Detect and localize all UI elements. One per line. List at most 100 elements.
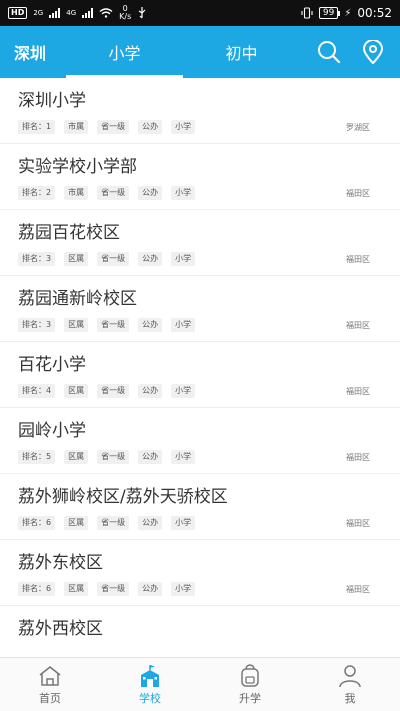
school-name: 百花小学 <box>18 355 86 375</box>
school-list-item[interactable]: 荔园百花校区 排名：3 区属 省一级 公办 小学 福田区 <box>0 210 400 276</box>
school-tag-stage: 小学 <box>171 384 196 398</box>
network-2g-label: 2G <box>33 9 44 17</box>
school-list-item[interactable]: 荔外西校区 <box>0 606 400 657</box>
school-icon <box>137 664 163 688</box>
school-tag-rank: 排名：3 <box>18 318 56 332</box>
school-tag-owner: 区属 <box>64 252 89 266</box>
nav-school-label: 学校 <box>139 691 161 705</box>
city-selector[interactable]: 深圳 <box>0 40 66 64</box>
school-district: 福田区 <box>346 518 370 528</box>
net-speed: 0 K/s <box>119 5 131 21</box>
signal-icon <box>49 8 61 18</box>
user-icon <box>337 664 363 688</box>
school-name: 荔园通新岭校区 <box>18 289 137 309</box>
school-tag-level: 省一级 <box>97 186 130 200</box>
search-button[interactable] <box>316 39 342 65</box>
speed-unit: K/s <box>119 12 132 21</box>
school-name: 深圳小学 <box>18 91 86 111</box>
school-meta: 排名：1 市属 省一级 公办 小学 罗湖区 <box>18 120 382 134</box>
school-meta: 排名：5 区属 省一级 公办 小学 福田区 <box>18 450 382 464</box>
school-tag-rank: 排名：4 <box>18 384 56 398</box>
school-tag-stage: 小学 <box>171 318 196 332</box>
school-name: 荔外狮岭校区/荔外天骄校区 <box>18 487 228 507</box>
school-tag-type: 公办 <box>138 450 163 464</box>
school-tag-stage: 小学 <box>171 252 196 266</box>
school-tag-type: 公办 <box>138 318 163 332</box>
hd-indicator: HD <box>8 7 28 19</box>
school-tag-level: 省一级 <box>97 450 130 464</box>
status-bar: HD 2G 4G 0 K/s 99 ⚡ 00:52 <box>0 0 400 26</box>
school-tag-level: 省一级 <box>97 252 130 266</box>
school-district: 罗湖区 <box>346 122 370 132</box>
wifi-icon <box>99 8 113 18</box>
battery-indicator: 99 <box>318 7 341 19</box>
school-district: 福田区 <box>346 254 370 264</box>
signal-icon-2 <box>82 8 94 18</box>
school-district: 福田区 <box>346 386 370 396</box>
school-name: 荔园百花校区 <box>18 223 120 243</box>
school-district: 福田区 <box>346 188 370 198</box>
school-name: 园岭小学 <box>18 421 86 441</box>
school-tag-level: 省一级 <box>97 516 130 530</box>
school-list-item[interactable]: 深圳小学 排名：1 市属 省一级 公办 小学 罗湖区 <box>0 78 400 144</box>
nav-me[interactable]: 我 <box>300 658 400 711</box>
school-tag-owner: 区属 <box>64 516 89 530</box>
school-name: 实验学校小学部 <box>18 157 137 177</box>
school-tag-type: 公办 <box>138 252 163 266</box>
school-tag-type: 公办 <box>138 120 163 134</box>
school-district: 福田区 <box>346 452 370 462</box>
nav-home-label: 首页 <box>39 691 61 705</box>
school-meta: 排名：4 区属 省一级 公办 小学 福田区 <box>18 384 382 398</box>
school-tag-owner: 区属 <box>64 450 89 464</box>
bottom-nav: 首页 学校 升学 我 <box>0 657 400 711</box>
level-tabs: 小学 初中 <box>66 26 316 78</box>
school-tag-stage: 小学 <box>171 186 196 200</box>
school-tag-owner: 区属 <box>64 582 89 596</box>
school-tag-type: 公办 <box>138 384 163 398</box>
header-actions <box>316 39 400 65</box>
nav-school[interactable]: 学校 <box>100 658 200 711</box>
app-header: 深圳 小学 初中 <box>0 26 400 78</box>
school-tag-level: 省一级 <box>97 384 130 398</box>
school-district: 福田区 <box>346 584 370 594</box>
nav-me-label: 我 <box>344 691 356 705</box>
school-tag-type: 公办 <box>138 186 163 200</box>
vibrate-icon <box>301 7 313 19</box>
school-list-item[interactable]: 园岭小学 排名：5 区属 省一级 公办 小学 福田区 <box>0 408 400 474</box>
school-list-item[interactable]: 百花小学 排名：4 区属 省一级 公办 小学 福田区 <box>0 342 400 408</box>
network-4g-label: 4G <box>66 9 77 17</box>
nav-home[interactable]: 首页 <box>0 658 100 711</box>
school-tag-level: 省一级 <box>97 318 130 332</box>
location-button[interactable] <box>360 39 386 65</box>
status-right: 99 ⚡ 00:52 <box>301 6 392 20</box>
school-tag-stage: 小学 <box>171 516 196 530</box>
school-list-item[interactable]: 荔园通新岭校区 排名：3 区属 省一级 公办 小学 福田区 <box>0 276 400 342</box>
school-list-item[interactable]: 荔外东校区 排名：6 区属 省一级 公办 小学 福田区 <box>0 540 400 606</box>
school-tag-rank: 排名：5 <box>18 450 56 464</box>
backpack-icon <box>237 663 263 688</box>
search-icon <box>318 41 341 64</box>
school-tag-rank: 排名：2 <box>18 186 56 200</box>
nav-enrollment[interactable]: 升学 <box>200 658 300 711</box>
clock: 00:52 <box>357 6 392 20</box>
school-meta: 排名：3 区属 省一级 公办 小学 福田区 <box>18 318 382 332</box>
school-list-item[interactable]: 实验学校小学部 排名：2 市属 省一级 公办 小学 福田区 <box>0 144 400 210</box>
school-tag-stage: 小学 <box>171 120 196 134</box>
school-list-item[interactable]: 荔外狮岭校区/荔外天骄校区 排名：6 区属 省一级 公办 小学 福田区 <box>0 474 400 540</box>
tab-middle[interactable]: 初中 <box>183 26 300 78</box>
school-tag-rank: 排名：1 <box>18 120 56 134</box>
home-icon <box>37 664 63 688</box>
school-tag-type: 公办 <box>138 582 163 596</box>
school-list[interactable]: 深圳小学 排名：1 市属 省一级 公办 小学 罗湖区 实验学校小学部 排名：2 市属 省一级 公办 小学… <box>0 78 400 657</box>
school-name: 荔外西校区 <box>18 619 103 639</box>
school-tag-rank: 排名：6 <box>18 582 56 596</box>
school-tag-stage: 小学 <box>171 582 196 596</box>
school-tag-type: 公办 <box>138 516 163 530</box>
charging-icon: ⚡ <box>344 7 352 19</box>
school-district: 福田区 <box>346 320 370 330</box>
status-left: HD 2G 4G 0 K/s <box>8 5 147 21</box>
tab-primary[interactable]: 小学 <box>66 26 183 78</box>
school-name: 荔外东校区 <box>18 553 103 573</box>
school-meta: 排名：3 区属 省一级 公办 小学 福田区 <box>18 252 382 266</box>
nav-enrollment-label: 升学 <box>239 691 261 705</box>
